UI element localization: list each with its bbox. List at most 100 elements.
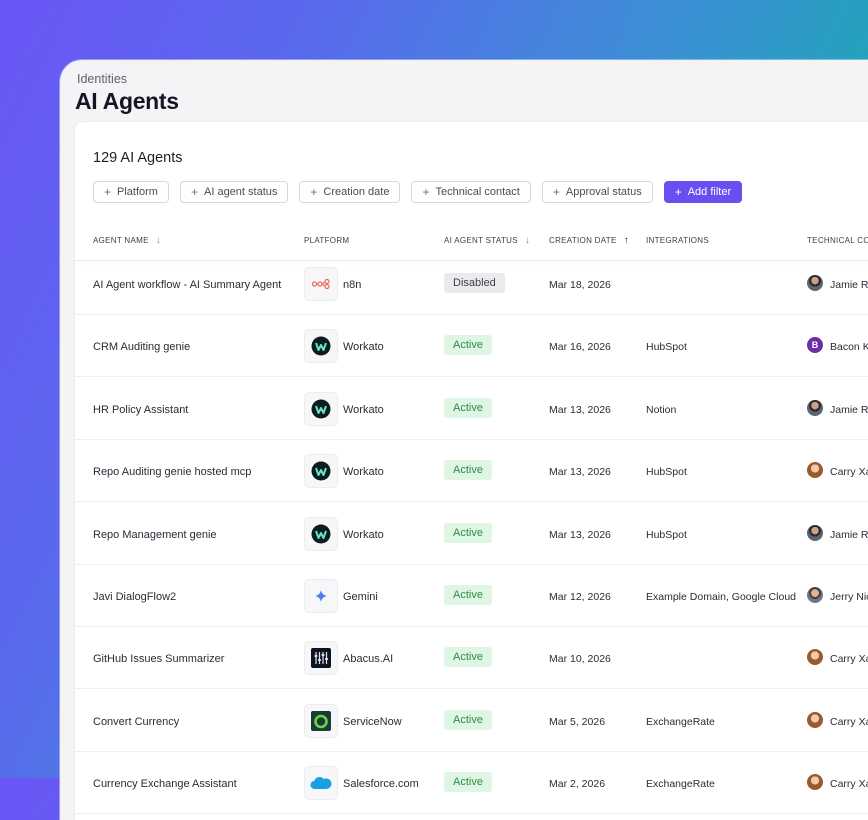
workato-logo-icon xyxy=(304,329,338,364)
plus-icon: + xyxy=(104,185,112,199)
column-header-integrations[interactable]: INTEGRATIONS xyxy=(646,232,709,248)
contact-name[interactable]: Carry Xa xyxy=(830,716,868,728)
table-row[interactable]: AI Agent workflow - AI Summary Agent n8n… xyxy=(75,261,868,315)
breadcrumb[interactable]: Identities xyxy=(77,72,127,86)
table-header: AGENT NAME ↓ PLATFORM AI AGENT STATUS ↓ CR… xyxy=(75,232,868,260)
creation-date: Mar 13, 2026 xyxy=(549,528,611,541)
filter-platform[interactable]: + Platform xyxy=(93,181,169,203)
table-row[interactable]: CRM Auditing genie Workato Active Mar 16… xyxy=(75,315,868,378)
filter-label: AI agent status xyxy=(204,186,278,198)
agent-name[interactable]: CRM Auditing genie xyxy=(93,341,190,353)
table-row[interactable]: Currency Exchange Assistant Salesforce.c… xyxy=(75,752,868,815)
servicenow-logo-icon xyxy=(304,703,338,738)
contact-name[interactable]: Carry Xa xyxy=(830,778,868,790)
row-divider xyxy=(75,813,868,815)
platform-name: n8n xyxy=(343,279,362,291)
agent-name[interactable]: Repo Management genie xyxy=(93,529,217,541)
creation-date: Mar 18, 2026 xyxy=(549,279,611,291)
salesforce-logo-icon xyxy=(304,766,338,801)
contact-avatar-photo xyxy=(807,275,823,291)
add-filter-label: Add filter xyxy=(687,186,732,198)
column-header-platform[interactable]: PLATFORM xyxy=(304,232,349,248)
table-body: AI Agent workflow - AI Summary Agent n8n… xyxy=(75,261,868,820)
add-filter-button[interactable]: + Add filter xyxy=(663,181,743,203)
column-label: PLATFORM xyxy=(304,235,350,245)
platform-name: Workato xyxy=(343,466,384,479)
agent-name[interactable]: Currency Exchange Assistant xyxy=(93,778,237,790)
agent-name[interactable]: Repo Auditing genie hosted mcp xyxy=(93,466,251,478)
creation-date: Mar 16, 2026 xyxy=(549,341,611,354)
filter-label: Approval status xyxy=(565,186,642,198)
status-badge: Active xyxy=(444,397,492,418)
status-badge: Active xyxy=(444,709,492,730)
agent-name[interactable]: Convert Currency xyxy=(93,716,179,728)
contact-avatar-photo xyxy=(807,399,823,416)
status-badge: Active xyxy=(444,460,492,481)
contact-name[interactable]: Carry Xa xyxy=(830,466,868,478)
table-row[interactable]: Repo Management genie Workato Active Mar… xyxy=(75,503,868,565)
plus-icon: + xyxy=(310,185,318,199)
workato-logo-icon xyxy=(304,454,338,489)
contact-avatar-initial: B xyxy=(807,337,823,354)
sort-arrow-up-icon[interactable]: ↑ xyxy=(624,235,629,246)
contact-name[interactable]: Jamie Ro xyxy=(830,279,868,291)
creation-date: Mar 13, 2026 xyxy=(549,403,611,416)
filter-label: Platform xyxy=(117,186,158,198)
gemini-logo-icon xyxy=(304,579,338,613)
filter-approval-status[interactable]: + Approval status xyxy=(541,181,653,203)
status-badge: Active xyxy=(444,522,492,543)
contact-avatar-photo xyxy=(807,462,823,479)
column-label: TECHNICAL CO xyxy=(807,235,868,245)
contact-avatar-photo xyxy=(807,774,823,791)
contact-name[interactable]: Jerry Nic xyxy=(830,591,868,603)
contact-avatar-photo xyxy=(807,524,823,541)
platform-name: Gemini xyxy=(343,591,378,603)
agents-table-card: 129 AI Agents + Platform + AI agent status… xyxy=(75,122,868,820)
column-header-creation-date[interactable]: CREATION DATE ↑ xyxy=(549,232,629,248)
status-badge: Active xyxy=(444,772,492,793)
contact-avatar-photo xyxy=(807,649,823,666)
contact-name[interactable]: Bacon K xyxy=(830,341,868,353)
sort-arrow-down-icon[interactable]: ↓ xyxy=(156,235,161,246)
column-header-status[interactable]: AI AGENT STATUS ↓ xyxy=(444,232,530,248)
filter-creation-date[interactable]: + Creation date xyxy=(299,181,401,203)
agent-name[interactable]: HR Policy Assistant xyxy=(93,404,188,416)
integrations: HubSpot xyxy=(646,466,687,479)
agent-name[interactable]: GitHub Issues Summarizer xyxy=(93,653,224,665)
column-label: AGENT NAME xyxy=(93,235,149,245)
integrations: Example Domain, Google Cloud xyxy=(646,591,796,603)
agent-name[interactable]: Javi DialogFlow2 xyxy=(93,591,176,603)
creation-date: Mar 13, 2026 xyxy=(549,466,611,479)
plus-icon: + xyxy=(422,185,430,199)
n8n-logo-icon xyxy=(304,267,338,301)
abacus-logo-icon xyxy=(304,641,338,676)
platform-name: Workato xyxy=(343,341,384,354)
column-label: INTEGRATIONS xyxy=(646,235,710,245)
contact-name[interactable]: Jamie Ro xyxy=(830,529,868,541)
filter-ai-agent-status[interactable]: + AI agent status xyxy=(179,181,289,203)
creation-date: Mar 2, 2026 xyxy=(549,778,606,791)
creation-date: Mar 5, 2026 xyxy=(549,715,606,728)
table-row[interactable]: HR Policy Assistant Workato Active Mar 1… xyxy=(75,378,868,440)
plus-icon: + xyxy=(190,185,198,199)
platform-name: Abacus.AI xyxy=(343,653,394,666)
sort-arrow-down-icon[interactable]: ↓ xyxy=(525,235,530,246)
integrations: ExchangeRate xyxy=(646,778,715,791)
table-row[interactable]: Javi DialogFlow2 Gemini Active Mar 12, 2… xyxy=(75,565,868,627)
filter-bar: + Platform + AI agent status + Creation dat… xyxy=(93,181,743,203)
contact-name[interactable]: Carry Xa xyxy=(830,653,868,665)
column-header-agent-name[interactable]: AGENT NAME ↓ xyxy=(93,232,161,248)
workato-logo-icon xyxy=(304,516,338,551)
plus-icon: + xyxy=(674,185,682,199)
contact-name[interactable]: Jamie Ro xyxy=(830,404,868,416)
column-header-technical-contact[interactable]: TECHNICAL CO xyxy=(807,232,868,248)
plus-icon: + xyxy=(552,185,560,199)
agent-name[interactable]: AI Agent workflow - AI Summary Agent xyxy=(93,279,281,291)
status-badge: Active xyxy=(444,335,492,356)
table-row[interactable]: Convert Currency ServiceNow Active Mar 5… xyxy=(75,690,868,752)
filter-technical-contact[interactable]: + Technical contact xyxy=(411,181,531,203)
table-row[interactable]: GitHub Issues Summarizer Abacus.AI Activ… xyxy=(75,627,868,690)
filter-label: Technical contact xyxy=(435,186,520,198)
column-label: AI AGENT STATUS xyxy=(444,235,518,245)
table-row[interactable]: Repo Auditing genie hosted mcp Workato A… xyxy=(75,440,868,503)
